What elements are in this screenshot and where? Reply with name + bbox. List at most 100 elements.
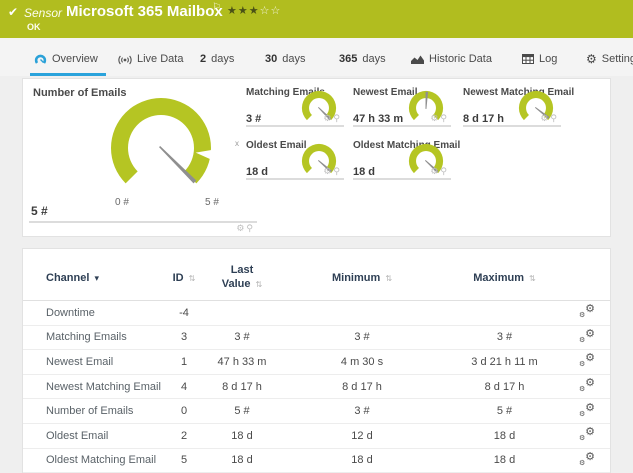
channel-name[interactable]: Downtime	[46, 307, 166, 319]
gauge-number-of-emails: Number of Emails x 0 # 5 # 5 # ⚙⚲	[29, 87, 257, 233]
edit-channel-icon[interactable]: ⚙ ⚙	[579, 402, 595, 418]
sort-desc-icon[interactable]: ▾	[94, 273, 99, 283]
gear-icon[interactable]: ⚙	[540, 113, 550, 123]
sort-icon[interactable]: ⇅	[385, 274, 392, 283]
tab-2-days-label: days	[211, 53, 235, 65]
priority-stars-empty[interactable]: ☆☆	[260, 5, 282, 17]
table-row-number-of-emails[interactable]: Number of Emails 0 5 # 3 # 5 # ⚙ ⚙	[23, 399, 610, 424]
tab-30-days-number: 30	[265, 53, 278, 65]
channel-name[interactable]: Oldest Email	[46, 430, 166, 442]
maximum-value: 3 #	[496, 331, 513, 344]
pin-icon[interactable]: ⚲	[440, 166, 449, 176]
gauge-current-value: 18 d	[246, 166, 269, 178]
gauge-scale-min: 0 #	[115, 197, 129, 208]
column-label: ID	[172, 271, 184, 284]
column-label: Last Value	[221, 263, 254, 290]
minimum-value: 18 d	[351, 454, 373, 467]
maximum-value: 5 #	[496, 405, 513, 418]
gauge-current-value: 5 #	[31, 204, 48, 218]
column-header-maximum[interactable]: Maximum ⇅	[442, 272, 567, 284]
table-row-oldest-email[interactable]: Oldest Email 2 18 d 12 d 18 d ⚙ ⚙	[23, 424, 610, 449]
channel-id: 2	[180, 429, 188, 442]
priority-stars[interactable]: ★★★☆☆	[227, 4, 281, 17]
tab-2-days-number: 2	[200, 53, 207, 65]
live-signal-icon	[118, 55, 132, 64]
gauge-oldest-email: Oldest Email 18 d ⚙⚲	[246, 140, 344, 180]
gear-icon[interactable]: ⚙	[430, 113, 440, 123]
tab-2-days[interactable]: 2 days	[200, 46, 234, 72]
tab-log-label: Log	[539, 53, 558, 65]
gauge-action-icons[interactable]: ⚙⚲	[323, 113, 342, 124]
table-row-newest-matching-email[interactable]: Newest Matching Email 4 8 d 17 h 8 d 17 …	[23, 375, 610, 400]
maximum-value: 18 d	[493, 454, 516, 467]
log-table-icon	[522, 54, 534, 64]
gauge-action-icons[interactable]: ⚙⚲	[236, 223, 255, 234]
channel-name[interactable]: Newest Email	[46, 356, 166, 368]
channel-name[interactable]: Matching Emails	[46, 331, 166, 343]
channel-name[interactable]: Number of Emails	[46, 405, 166, 417]
last-value: 18 d	[231, 429, 253, 442]
sort-icon[interactable]: ⇅	[529, 274, 536, 283]
edit-channel-icon[interactable]: ⚙ ⚙	[579, 328, 595, 344]
flag-icon[interactable]: ⚐	[212, 2, 221, 13]
gear-icon[interactable]: ⚙	[430, 166, 440, 176]
channel-id: 4	[180, 380, 188, 393]
tab-historic-data-label: Historic Data	[429, 53, 492, 65]
column-header-channel[interactable]: Channel ▾	[46, 272, 166, 284]
tab-overview[interactable]: Overview	[30, 46, 106, 76]
edit-channel-icon[interactable]: ⚙ ⚙	[579, 352, 595, 368]
edit-channel-icon[interactable]: ⚙ ⚙	[579, 451, 595, 467]
minimum-value: 3 #	[354, 331, 370, 344]
tab-settings[interactable]: ⚙ Settings	[586, 46, 633, 72]
channel-id: 1	[180, 355, 188, 368]
gauge-marker-x: x	[235, 139, 239, 148]
tab-30-days-label: days	[282, 53, 306, 65]
gauge-action-icons[interactable]: ⚙⚲	[323, 166, 342, 177]
table-row-oldest-matching-email[interactable]: Oldest Matching Email 5 18 d 18 d 18 d ⚙…	[23, 449, 610, 473]
pin-icon[interactable]: ⚲	[550, 113, 559, 123]
gear-icon[interactable]: ⚙	[236, 223, 246, 233]
column-header-last-value[interactable]: Last Value ⇅	[202, 264, 282, 292]
channel-id: 5	[180, 454, 188, 467]
last-value: 18 d	[231, 454, 253, 467]
column-header-id[interactable]: ID ⇅	[166, 272, 202, 284]
table-row-newest-email[interactable]: Newest Email 1 47 h 33 m 4 m 30 s 3 d 21…	[23, 350, 610, 375]
tab-30-days[interactable]: 30 days	[265, 46, 306, 72]
pin-icon[interactable]: ⚲	[246, 223, 255, 233]
priority-stars-filled[interactable]: ★★★	[227, 5, 260, 17]
sort-icon[interactable]: ⇅	[189, 274, 196, 283]
sort-icon[interactable]: ⇅	[256, 280, 263, 289]
gauges-panel: Number of Emails x 0 # 5 # 5 # ⚙⚲ Matchi…	[22, 78, 611, 237]
table-row-matching-emails[interactable]: Matching Emails 3 3 # 3 # 3 # ⚙ ⚙	[23, 326, 610, 351]
column-header-minimum[interactable]: Minimum ⇅	[282, 272, 442, 284]
last-value: 8 d 17 h	[222, 380, 262, 393]
tab-365-days-label: days	[362, 53, 386, 65]
gauge-dial	[111, 98, 213, 184]
tab-365-days[interactable]: 365 days	[339, 46, 386, 72]
gauge-newest-email: Newest Email 47 h 33 m ⚙⚲	[353, 87, 451, 127]
channels-table-panel: Channel ▾ ID ⇅ Last Value ⇅ Minimum ⇅ Ma…	[22, 248, 611, 473]
channel-id: 0	[180, 405, 188, 418]
table-row-downtime[interactable]: Downtime -4 ⚙ ⚙	[23, 301, 610, 326]
gear-icon[interactable]: ⚙	[323, 166, 333, 176]
channel-name[interactable]: Newest Matching Email	[46, 381, 166, 393]
tab-historic-data[interactable]: Historic Data	[411, 46, 492, 72]
maximum-value: 8 d 17 h	[484, 380, 525, 393]
tab-live-data[interactable]: Live Data	[118, 46, 183, 72]
gauge-action-icons[interactable]: ⚙⚲	[430, 113, 449, 124]
channel-name[interactable]: Oldest Matching Email	[46, 454, 166, 466]
gauge-action-icons[interactable]: ⚙⚲	[430, 166, 449, 177]
pin-icon[interactable]: ⚲	[440, 113, 449, 123]
pin-icon[interactable]: ⚲	[333, 166, 342, 176]
gear-icon[interactable]: ⚙	[323, 113, 333, 123]
edit-channel-icon[interactable]: ⚙ ⚙	[579, 377, 595, 393]
channel-id: -4	[179, 306, 189, 319]
edit-channel-icon[interactable]: ⚙ ⚙	[579, 303, 595, 319]
pin-icon[interactable]: ⚲	[333, 113, 342, 123]
tab-log[interactable]: Log	[522, 46, 557, 72]
gauge-action-icons[interactable]: ⚙⚲	[540, 113, 559, 124]
edit-channel-icon[interactable]: ⚙ ⚙	[579, 426, 595, 442]
column-label: Channel	[46, 271, 90, 284]
gauge-newest-matching-email: Newest Matching Email 8 d 17 h ⚙⚲	[463, 87, 574, 127]
maximum-value: 18 d	[493, 429, 516, 442]
